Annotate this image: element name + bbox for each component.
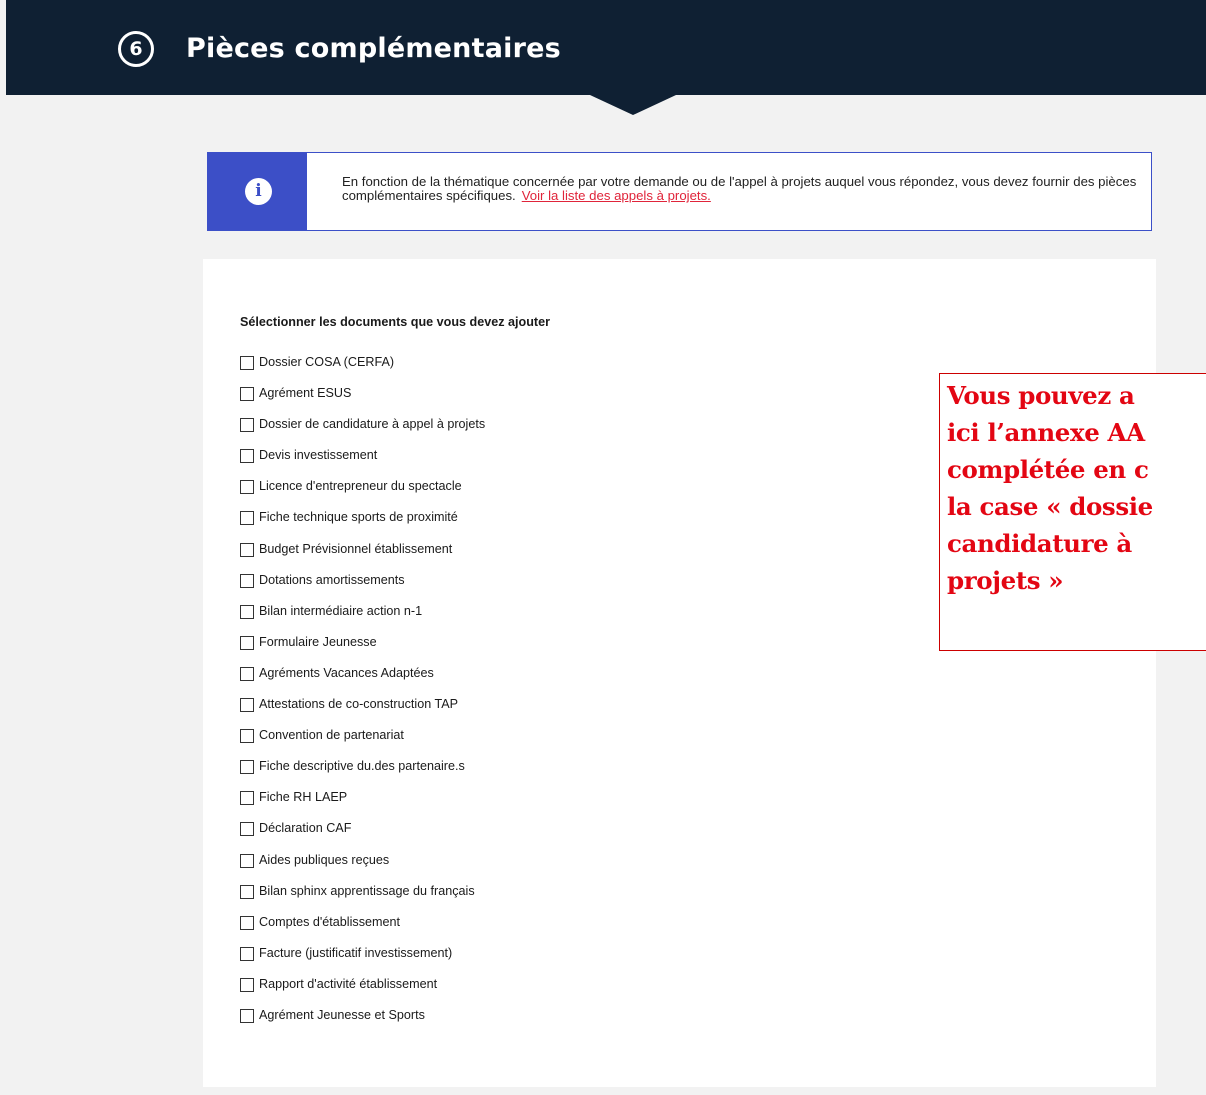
document-label: Budget Prévisionnel établissement [259, 541, 453, 556]
documents-checklist: Dossier COSA (CERFA) Agrément ESUS Dossier… [240, 353, 485, 1037]
document-checkbox[interactable] [240, 729, 254, 744]
document-label: Comptes d'établissement [259, 914, 401, 929]
document-option[interactable]: Licence d'entrepreneur du spectacle [240, 477, 485, 508]
info-icon: i [245, 178, 272, 205]
document-option[interactable]: Facture (justificatif investissement) [240, 944, 485, 975]
document-option[interactable]: Bilan sphinx apprentissage du français [240, 882, 485, 913]
document-checkbox[interactable] [240, 542, 254, 557]
document-label: Bilan sphinx apprentissage du français [259, 883, 475, 898]
document-option[interactable]: Agrément Jeunesse et Sports [240, 1006, 485, 1037]
document-label: Bilan intermédiaire action n-1 [259, 603, 423, 618]
document-label: Aides publiques reçues [259, 852, 390, 867]
document-label: Licence d'entrepreneur du spectacle [259, 479, 462, 494]
annotation-text: Vous pouvez a ici l’annexe AA complétée … [947, 381, 1153, 595]
document-label: Devis investissement [259, 448, 378, 463]
document-checkbox[interactable] [240, 1008, 254, 1023]
document-label: Fiche technique sports de proximité [259, 510, 458, 525]
header-pointer [590, 95, 676, 115]
document-option[interactable]: Dossier COSA (CERFA) [240, 353, 485, 384]
document-checkbox[interactable] [240, 791, 254, 806]
document-checkbox[interactable] [240, 635, 254, 650]
document-checkbox[interactable] [240, 884, 254, 899]
document-checkbox[interactable] [240, 698, 254, 713]
info-notice: i En fonction de la thématique concernée… [207, 152, 1152, 231]
info-message: En fonction de la thématique concernée p… [342, 174, 1137, 203]
document-option[interactable]: Devis investissement [240, 446, 485, 477]
document-checkbox[interactable] [240, 573, 254, 588]
document-checkbox[interactable] [240, 915, 254, 930]
document-option[interactable]: Bilan intermédiaire action n-1 [240, 602, 485, 633]
annotation-callout: Vous pouvez a ici l’annexe AA complétée … [939, 373, 1206, 651]
document-checkbox[interactable] [240, 977, 254, 992]
document-label: Déclaration CAF [259, 821, 352, 836]
document-checkbox[interactable] [240, 480, 254, 495]
section-title: Pièces complémentaires [186, 33, 561, 64]
document-checkbox[interactable] [240, 449, 254, 464]
document-checkbox[interactable] [240, 822, 254, 837]
document-option[interactable]: Fiche technique sports de proximité [240, 508, 485, 539]
document-option[interactable]: Aides publiques reçues [240, 851, 485, 882]
document-label: Fiche descriptive du.des partenaire.s [259, 759, 465, 774]
document-label: Attestations de co-construction TAP [259, 697, 459, 712]
document-label: Fiche RH LAEP [259, 790, 348, 805]
document-option[interactable]: Agrément ESUS [240, 384, 485, 415]
document-option[interactable]: Attestations de co-construction TAP [240, 695, 485, 726]
document-option[interactable]: Budget Prévisionnel établissement [240, 540, 485, 571]
document-checkbox[interactable] [240, 356, 254, 370]
document-option[interactable]: Comptes d'établissement [240, 913, 485, 944]
document-option[interactable]: Fiche RH LAEP [240, 788, 485, 819]
document-label: Agrément ESUS [259, 386, 352, 401]
document-label: Dotations amortissements [259, 572, 405, 587]
document-label: Rapport d'activité établissement [259, 976, 438, 991]
document-checkbox[interactable] [240, 760, 254, 775]
document-checkbox[interactable] [240, 387, 254, 402]
info-text: En fonction de la thématique concernée p… [342, 175, 1142, 203]
document-label: Agréments Vacances Adaptées [259, 665, 434, 680]
document-label: Facture (justificatif investissement) [259, 945, 453, 960]
document-checkbox[interactable] [240, 666, 254, 681]
document-label: Formulaire Jeunesse [259, 634, 377, 649]
document-label: Convention de partenariat [259, 728, 404, 743]
document-option[interactable]: Convention de partenariat [240, 726, 485, 757]
document-option[interactable]: Agréments Vacances Adaptées [240, 664, 485, 695]
step-number-badge: 6 [118, 31, 154, 67]
document-label: Agrément Jeunesse et Sports [259, 1007, 425, 1022]
document-checkbox[interactable] [240, 418, 254, 433]
info-icon-panel: i [208, 153, 307, 230]
calls-for-projects-link[interactable]: Voir la liste des appels à projets. [522, 188, 711, 203]
document-option[interactable]: Fiche descriptive du.des partenaire.s [240, 757, 485, 788]
documents-label: Sélectionner les documents que vous deve… [240, 315, 551, 329]
document-option[interactable]: Formulaire Jeunesse [240, 633, 485, 664]
document-checkbox[interactable] [240, 511, 254, 526]
section-header: 6 Pièces complémentaires [6, 0, 1206, 95]
document-option[interactable]: Dossier de candidature à appel à projets [240, 415, 485, 446]
document-label: Dossier COSA (CERFA) [259, 355, 395, 369]
document-option[interactable]: Rapport d'activité établissement [240, 975, 485, 1006]
document-checkbox[interactable] [240, 946, 254, 961]
document-option[interactable]: Déclaration CAF [240, 819, 485, 850]
document-option[interactable]: Dotations amortissements [240, 571, 485, 602]
document-checkbox[interactable] [240, 604, 254, 619]
document-label: Dossier de candidature à appel à projets [259, 417, 486, 432]
document-checkbox[interactable] [240, 853, 254, 868]
